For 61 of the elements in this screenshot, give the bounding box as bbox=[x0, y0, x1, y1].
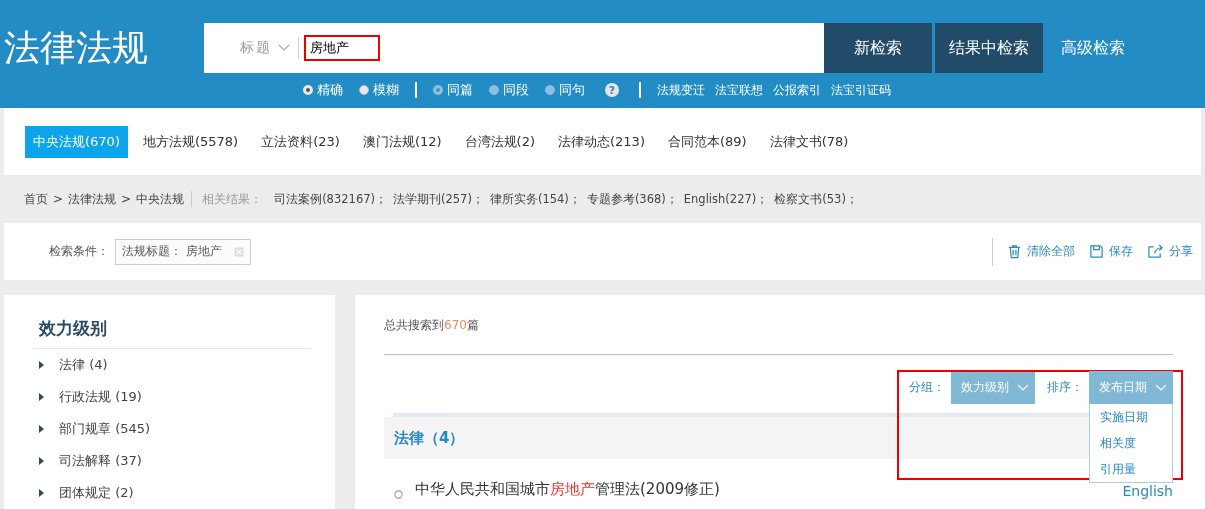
sidebar-item[interactable]: 团体规定 (2) bbox=[59, 484, 134, 502]
sidebar-item[interactable]: 行政法规 (19) bbox=[59, 388, 142, 406]
category-tab[interactable]: 法律文书(78) bbox=[761, 125, 857, 158]
action-link[interactable]: 分享 bbox=[1147, 243, 1193, 260]
sidebar-item[interactable]: 司法解释 (37) bbox=[59, 452, 142, 470]
breadcrumb-separator: > bbox=[121, 192, 132, 206]
search-input[interactable]: 房地产 bbox=[304, 35, 380, 61]
related-link[interactable]: 法学期刊(257)； bbox=[393, 191, 484, 207]
search-button[interactable]: 结果中检索 bbox=[935, 23, 1043, 73]
related-link[interactable]: 司法案例(832167)； bbox=[274, 191, 387, 207]
result-title-link[interactable]: 中华人民共和国城市房地产管理法(2009修正) bbox=[415, 480, 720, 499]
related-link[interactable]: 专题参考(368)； bbox=[586, 191, 678, 207]
close-icon bbox=[233, 246, 244, 257]
category-tab[interactable]: 合同范本(89) bbox=[659, 125, 755, 158]
related-link[interactable]: 律所实务(154)； bbox=[489, 191, 581, 207]
triangle-icon bbox=[39, 393, 44, 401]
chevron-down-icon bbox=[1155, 383, 1167, 392]
sidebar-item[interactable]: 部门规章 (545) bbox=[59, 420, 151, 438]
breadcrumb-link[interactable]: 法律法规 bbox=[68, 190, 117, 208]
conditions-label: 检索条件： bbox=[49, 243, 109, 260]
chevron-down-icon bbox=[278, 44, 290, 52]
share-icon bbox=[1147, 244, 1164, 259]
radio-option[interactable]: 精确 bbox=[303, 81, 343, 99]
sidebar-title: 效力级别 bbox=[33, 317, 310, 349]
triangle-icon bbox=[39, 457, 44, 465]
triangle-icon bbox=[39, 425, 44, 433]
header-link[interactable]: 法规变迁 bbox=[657, 81, 705, 99]
action-link[interactable]: 保存 bbox=[1089, 243, 1133, 260]
header-link[interactable]: 法宝联想 bbox=[715, 81, 763, 99]
sidebar-item[interactable]: 法律 (4) bbox=[59, 356, 108, 374]
advanced-search-link[interactable]: 高级检索 bbox=[1046, 23, 1140, 73]
triangle-icon bbox=[39, 361, 44, 369]
english-link[interactable]: English bbox=[1122, 483, 1173, 499]
group-label: 分组： bbox=[909, 379, 945, 396]
page-title: 法律法规 bbox=[3, 25, 149, 70]
breadcrumb-link[interactable]: 首页 bbox=[24, 190, 48, 208]
sort-label: 排序： bbox=[1047, 379, 1083, 396]
related-label: 相关结果： bbox=[202, 190, 263, 208]
breadcrumb-link[interactable]: 中央法规 bbox=[136, 190, 185, 208]
radio-option[interactable]: 模糊 bbox=[359, 81, 399, 99]
breadcrumb-separator: > bbox=[53, 192, 64, 206]
header-link[interactable]: 公报索引 bbox=[773, 81, 821, 99]
tag-text: 法规标题： 房地产 bbox=[122, 243, 222, 260]
result-summary: 总共搜索到670篇 bbox=[384, 295, 1173, 355]
related-link[interactable]: English(227)； bbox=[683, 191, 769, 207]
trash-icon bbox=[1007, 244, 1022, 259]
related-link[interactable]: 检察文书(53)； bbox=[774, 191, 858, 207]
menu-item[interactable]: 相关度 bbox=[1090, 430, 1172, 456]
menu-item[interactable]: 引用量 bbox=[1090, 456, 1172, 482]
menu-item[interactable]: 实施日期 bbox=[1090, 404, 1172, 430]
category-tab[interactable]: 台湾法规(2) bbox=[456, 125, 543, 158]
triangle-icon bbox=[39, 489, 44, 497]
category-tab[interactable]: 澳门法规(12) bbox=[354, 125, 450, 158]
circle-bullet-icon bbox=[394, 490, 403, 499]
category-tab[interactable]: 地方法规(5578) bbox=[134, 125, 247, 158]
search-button[interactable]: 新检索 bbox=[824, 23, 932, 73]
category-tab[interactable]: 法律动态(213) bbox=[550, 125, 653, 158]
category-tab[interactable]: 立法资料(23) bbox=[253, 125, 348, 158]
action-link[interactable]: 清除全部 bbox=[1007, 243, 1075, 260]
header-link[interactable]: 法宝引证码 bbox=[831, 81, 891, 99]
chevron-down-icon bbox=[1017, 383, 1029, 392]
